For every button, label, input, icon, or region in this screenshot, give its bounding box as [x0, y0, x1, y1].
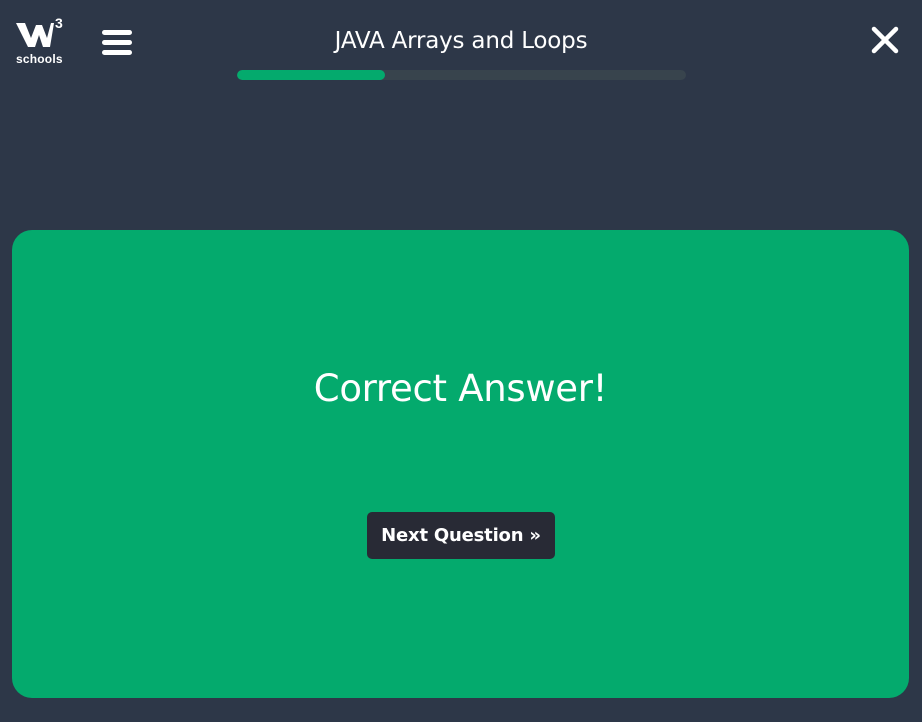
w3schools-logo[interactable]: 3 schools — [14, 16, 70, 68]
quiz-page: 3 schools JAVA Arrays and Loops Correct … — [0, 0, 922, 722]
close-icon[interactable] — [869, 24, 901, 56]
menu-bar-middle — [102, 40, 132, 45]
quiz-title: JAVA Arrays and Loops — [334, 28, 588, 54]
logo-wordmark: schools — [16, 52, 63, 66]
logo-superscript: 3 — [55, 15, 63, 31]
menu-bar-bottom — [102, 50, 132, 55]
hamburger-menu-icon[interactable] — [101, 28, 133, 58]
quiz-progress-fill — [237, 70, 386, 80]
w3-logo-mark-icon — [16, 23, 54, 47]
result-card: Correct Answer! Next Question » — [12, 230, 909, 698]
close-x-glyph — [871, 26, 899, 54]
menu-bar-top — [102, 30, 132, 35]
correct-answer-message: Correct Answer! — [313, 367, 608, 410]
next-question-button[interactable]: Next Question » — [367, 512, 555, 559]
quiz-progress-bar — [237, 70, 686, 80]
